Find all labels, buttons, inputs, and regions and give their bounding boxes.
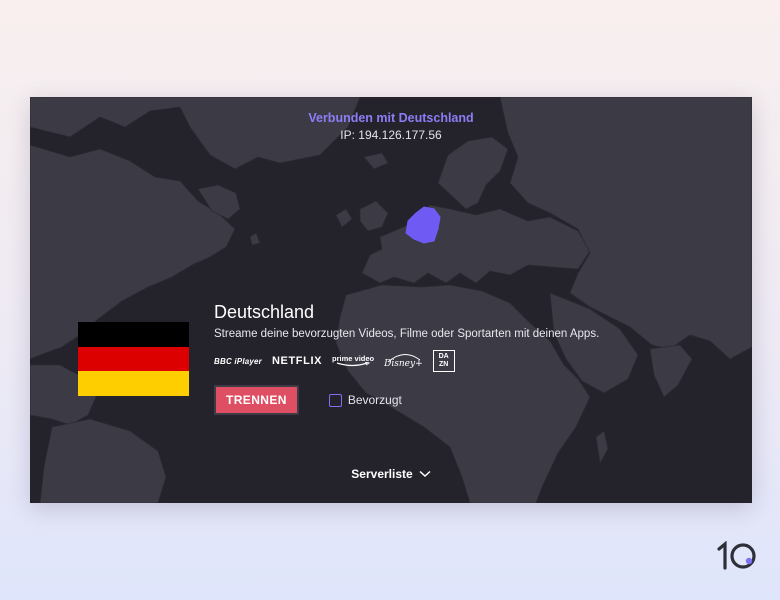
favorite-checkbox[interactable]: [328, 393, 342, 407]
dazn-text-top: DA: [438, 353, 449, 360]
connection-status: Verbunden mit Deutschland IP: 194.126.17…: [30, 111, 752, 142]
favorite-toggle[interactable]: Bevorzugt: [328, 393, 402, 407]
disney-plus-logo: Disney+: [384, 353, 423, 369]
flag-stripe-red: [78, 346, 189, 372]
location-info: Deutschland Streame deine bevorzugten Vi…: [214, 302, 599, 415]
world-map: [30, 97, 752, 503]
serverlist-toggle[interactable]: Serverliste: [30, 465, 752, 483]
top10vpn-logo: [717, 541, 756, 570]
dazn-text-bottom: ZN: [438, 361, 449, 368]
country-name: Deutschland: [214, 302, 315, 322]
disney-arc-icon: [387, 354, 421, 363]
serverlist-label: Serverliste: [351, 467, 413, 481]
action-row: TRENNEN Bevorzugt: [214, 385, 599, 415]
germany-flag: [78, 322, 189, 396]
bbc-iplayer-logo: BBC iPlayer: [214, 356, 262, 366]
prime-video-logo: prime video: [332, 355, 374, 368]
disconnect-button[interactable]: TRENNEN: [214, 385, 299, 415]
chevron-down-icon: [419, 465, 431, 483]
prime-video-text: prime video: [332, 353, 375, 363]
flag-stripe-black: [78, 322, 189, 347]
location-description: Streame deine bevorzugten Videos, Filme …: [214, 328, 600, 340]
streaming-logos: BBC iPlayer NETFLIX prime video Disney+ …: [214, 349, 599, 373]
dazn-logo: DA ZN: [432, 350, 455, 372]
netflix-logo: NETFLIX: [272, 355, 323, 367]
flag-stripe-gold: [78, 371, 189, 396]
favorite-label: Bevorzugt: [347, 393, 402, 407]
connection-status-title: Verbunden mit Deutschland: [308, 111, 474, 125]
ip-address: IP: 194.126.177.56: [340, 128, 442, 142]
prime-smile-icon: [336, 362, 371, 367]
vpn-app-window: Verbunden mit Deutschland IP: 194.126.17…: [30, 97, 752, 503]
